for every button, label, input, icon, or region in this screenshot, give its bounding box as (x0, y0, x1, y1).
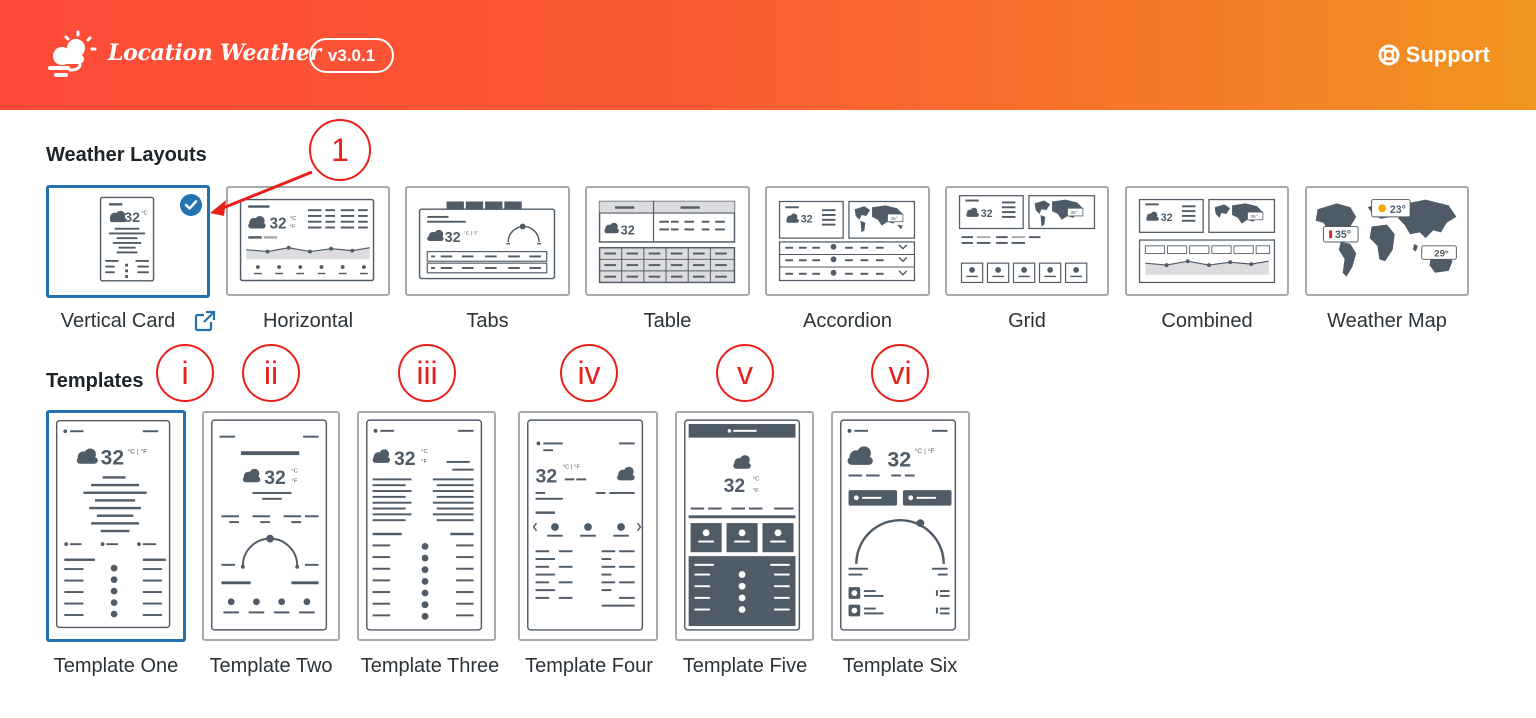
layout-card-tabs[interactable]: 32 °C | °F (405, 186, 570, 296)
template-six-preview: 32 °C | °F (840, 419, 957, 631)
table-preview: 32 (598, 200, 736, 284)
template-card-one[interactable]: 32 °C | °F (46, 410, 186, 642)
svg-text:32: 32 (124, 210, 140, 226)
app-header: Location Weather v3.0.1 Support (0, 0, 1536, 110)
template-label-two: Template Two (209, 655, 333, 677)
template-card-two[interactable]: 32 °C °F (202, 411, 340, 641)
layout-label-accordion: Accordion (803, 310, 892, 332)
template-five-preview: 32 °C °F (684, 419, 801, 631)
svg-text:23°: 23° (1390, 204, 1406, 216)
svg-text:32: 32 (1161, 212, 1173, 224)
svg-text:32: 32 (621, 223, 635, 237)
callout-marker-template-three: iii (398, 344, 456, 402)
svg-text:°C: °C (753, 476, 760, 482)
svg-text:°C: °C (141, 211, 147, 217)
svg-text:°C: °C (291, 469, 298, 475)
app-name: Location Weather (108, 40, 321, 66)
layout-label-weather-map: Weather Map (1327, 310, 1447, 332)
weather-map-preview: 23° 35° 29° (1315, 199, 1457, 277)
layout-label-grid: Grid (1008, 310, 1046, 332)
layout-card-combined[interactable]: 32 35° (1125, 186, 1289, 296)
svg-text:32: 32 (101, 447, 124, 470)
template-four-preview: 32 °C | °F (527, 419, 644, 631)
grid-preview: 32 35° (958, 195, 1096, 284)
callout-marker-template-two: ii (242, 344, 300, 402)
template-card-six[interactable]: 32 °C | °F (831, 411, 970, 641)
template-three-preview: 32 °C °F (366, 419, 483, 631)
layout-label-table: Table (643, 310, 692, 332)
support-link[interactable]: Support (1378, 42, 1490, 68)
external-link-icon[interactable] (194, 310, 216, 332)
version-badge: v3.0.1 (309, 38, 394, 73)
template-label-three: Template Three (360, 655, 500, 677)
svg-text:32: 32 (981, 208, 993, 220)
svg-text:°F: °F (291, 478, 297, 484)
svg-text:32: 32 (887, 448, 911, 472)
template-two-preview: 32 °C °F (211, 419, 328, 631)
combined-preview: 32 35° (1138, 198, 1276, 284)
tabs-preview: 32 °C | °F (418, 201, 556, 280)
layout-label-tabs: Tabs (466, 310, 509, 332)
layout-label-horizontal: Horizontal (262, 310, 354, 332)
svg-text:32: 32 (394, 448, 416, 470)
layout-card-table[interactable]: 32 (585, 186, 750, 296)
callout-marker-template-five: v (716, 344, 774, 402)
svg-text:35°: 35° (1070, 210, 1077, 216)
template-card-four[interactable]: 32 °C | °F (518, 411, 658, 641)
accordion-preview: 32 35° (778, 200, 916, 282)
callout-arrow (210, 170, 313, 216)
svg-text:°C | °F: °C | °F (464, 230, 478, 236)
layout-label-combined: Combined (1161, 310, 1253, 332)
svg-text:32: 32 (264, 467, 286, 489)
svg-text:32: 32 (724, 475, 746, 497)
weather-logo-icon (48, 30, 97, 77)
callout-marker-template-one: i (156, 344, 214, 402)
templates-section-title: Templates (46, 370, 144, 392)
layout-label-vertical: Vertical Card (60, 310, 176, 332)
svg-text:°F: °F (753, 488, 759, 494)
template-label-one: Template One (53, 655, 179, 677)
svg-text:32: 32 (536, 465, 558, 487)
svg-text:32: 32 (801, 214, 813, 226)
layout-card-grid[interactable]: 32 35° (945, 186, 1109, 296)
template-label-six: Template Six (842, 655, 958, 677)
selected-check-icon (180, 194, 202, 216)
svg-text:35°: 35° (1335, 229, 1351, 241)
svg-text:°C | °F: °C | °F (127, 447, 147, 455)
template-one-preview: 32 °C | °F (55, 419, 171, 629)
svg-text:°C | °F: °C | °F (563, 465, 581, 471)
svg-text:°C | °F: °C | °F (915, 447, 935, 455)
svg-text:29°: 29° (1434, 248, 1449, 259)
template-label-five: Template Five (682, 655, 808, 677)
svg-text:°C: °C (421, 449, 428, 455)
template-card-five[interactable]: 32 °C °F (675, 411, 814, 641)
template-label-four: Template Four (525, 655, 653, 677)
template-card-three[interactable]: 32 °C °F (357, 411, 496, 641)
layout-card-weather-map[interactable]: 23° 35° 29° (1305, 186, 1469, 296)
lifebuoy-icon (1378, 44, 1400, 66)
svg-text:°F: °F (421, 459, 427, 465)
svg-text:35°: 35° (890, 216, 897, 222)
callout-marker-template-four: iv (560, 344, 618, 402)
layouts-section-title: Weather Layouts (46, 144, 207, 166)
svg-text:32: 32 (445, 230, 461, 246)
callout-marker-template-six: vi (871, 344, 929, 402)
support-label: Support (1405, 42, 1490, 67)
layout-card-accordion[interactable]: 32 35° (765, 186, 930, 296)
svg-text:35°: 35° (1250, 214, 1257, 220)
